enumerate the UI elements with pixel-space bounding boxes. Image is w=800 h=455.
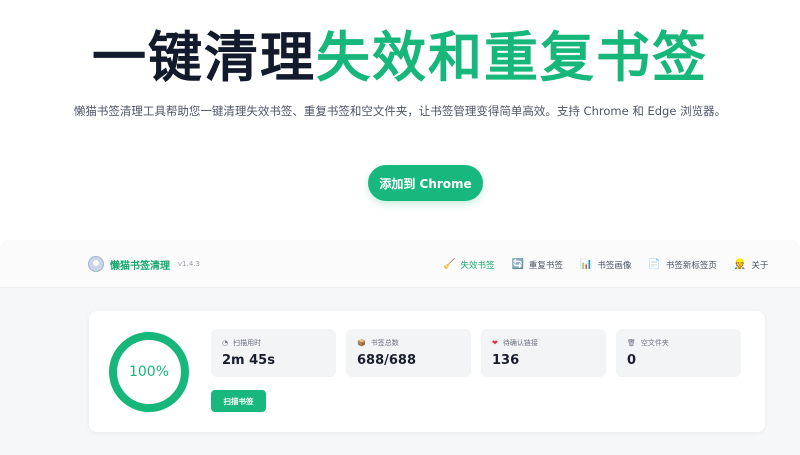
stat-empty-folders: 🗑 空文件夹 0 xyxy=(616,329,741,377)
progress-ring: 100% xyxy=(107,330,191,414)
add-to-chrome-button[interactable]: 添加到 Chrome xyxy=(368,165,483,201)
scan-summary-card: 100% ◔ 扫描用时 2m 45s 📦 书签总数 688/688 ❤ 待确认链… xyxy=(89,311,765,432)
scan-bookmarks-button[interactable]: 扫描书签 xyxy=(211,390,266,412)
person-icon: 👷 xyxy=(733,259,747,270)
bookmark-box-icon: 📦 xyxy=(357,339,366,347)
hero-title-dark: 一键清理 xyxy=(92,26,316,89)
stat-scan-time: ◔ 扫描用时 2m 45s xyxy=(211,329,336,377)
nav-item-label: 重复书签 xyxy=(528,261,563,271)
stat-value: 2m 45s xyxy=(222,353,275,368)
nav-item-new-tab[interactable]: 📄 书签新标签页 xyxy=(648,259,717,272)
broom-icon: 🧹 xyxy=(443,259,456,270)
refresh-icon: 🔄 xyxy=(511,259,524,270)
brand[interactable]: 懒猫书签清理 v1.4.3 xyxy=(88,256,200,272)
clock-icon: ◔ xyxy=(222,339,229,347)
heart-icon: ❤ xyxy=(492,339,498,347)
brand-name: 懒猫书签清理 xyxy=(110,260,170,272)
stat-label: 空文件夹 xyxy=(640,339,669,347)
app-preview: 懒猫书签清理 v1.4.3 🧹 失效书签 🔄 重复书签 📊 书签画像 📄 书签新… xyxy=(0,240,800,455)
bar-chart-icon: 📊 xyxy=(579,259,593,270)
nav-item-label: 书签新标签页 xyxy=(665,261,717,271)
document-icon: 📄 xyxy=(648,259,661,270)
stat-label: 扫描用时 xyxy=(233,339,262,347)
nav-menu: 🧹 失效书签 🔄 重复书签 📊 书签画像 📄 书签新标签页 👷 关于 xyxy=(443,259,769,272)
nav-item-label: 关于 xyxy=(751,261,769,271)
nav-item-label: 失效书签 xyxy=(460,261,495,271)
nav-item-about[interactable]: 👷 关于 xyxy=(733,259,769,272)
stat-pending-links: ❤ 待确认链接 136 xyxy=(481,329,606,377)
nav-item-bookmark-profile[interactable]: 📊 书签画像 xyxy=(579,259,632,272)
nav-item-invalid-bookmarks[interactable]: 🧹 失效书签 xyxy=(443,259,495,272)
app-navbar: 懒猫书签清理 v1.4.3 🧹 失效书签 🔄 重复书签 📊 书签画像 📄 书签新… xyxy=(0,240,800,288)
brand-avatar-icon xyxy=(88,256,104,272)
nav-item-label: 书签画像 xyxy=(597,261,632,271)
stat-label: 书签总数 xyxy=(370,339,399,347)
hero-subtitle: 懒猫书签清理工具帮助您一键清理失效书签、重复书签和空文件夹，让书签管理变得简单高… xyxy=(73,104,727,118)
hero-title-green: 失效和重复书签 xyxy=(316,26,708,89)
stat-value: 688/688 xyxy=(357,353,417,368)
stat-total-bookmarks: 📦 书签总数 688/688 xyxy=(346,329,471,377)
brand-version: v1.4.3 xyxy=(178,260,200,268)
stat-value: 136 xyxy=(492,353,520,368)
nav-item-duplicate-bookmarks[interactable]: 🔄 重复书签 xyxy=(511,259,563,272)
stat-value: 0 xyxy=(627,353,637,368)
hero-title: 一键清理失效和重复书签 xyxy=(0,18,800,98)
stat-label: 待确认链接 xyxy=(502,339,538,347)
trash-icon: 🗑 xyxy=(627,339,636,347)
progress-percent: 100% xyxy=(128,364,170,380)
